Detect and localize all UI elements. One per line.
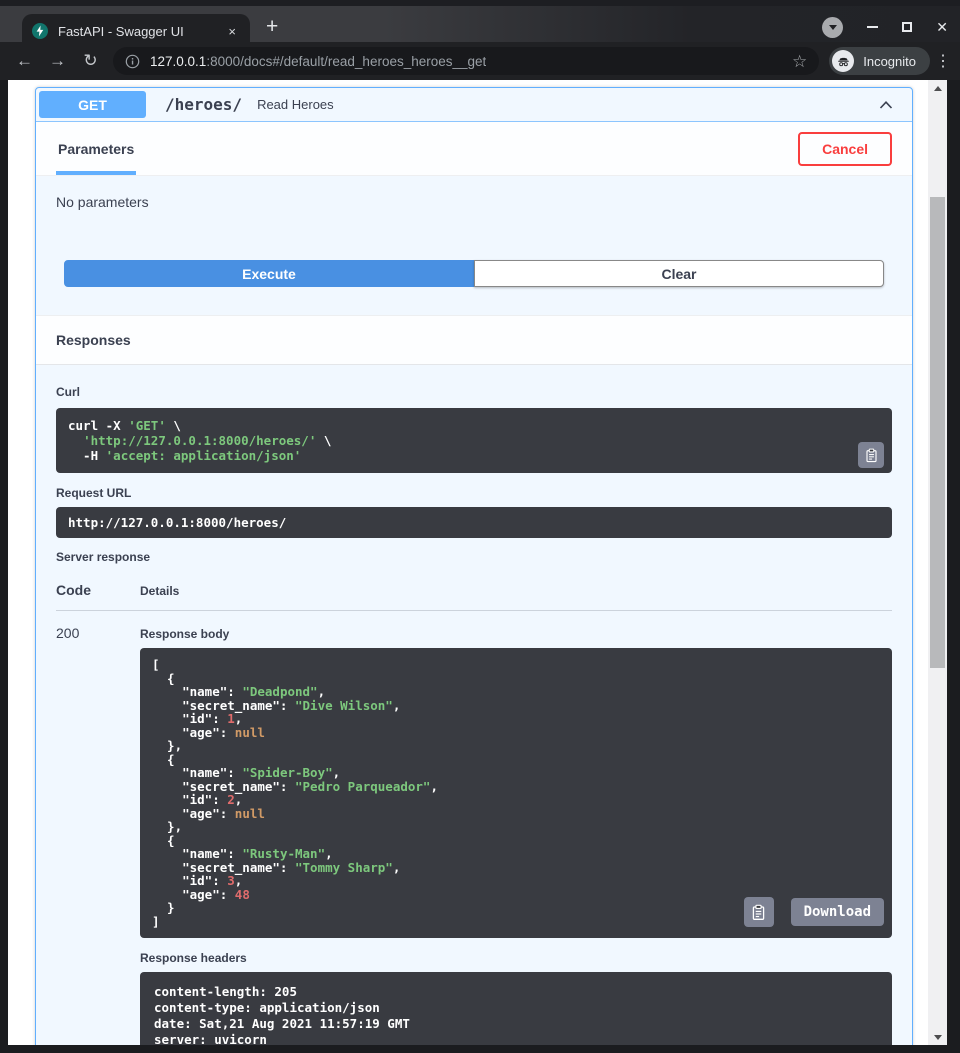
code-line: "id": 1, [152,712,880,726]
response-body-label: Response body [140,627,892,641]
responses-table-header: Code Details [56,576,892,611]
address-bar[interactable]: 127.0.0.1:8000/docs#/default/read_heroes… [113,47,819,75]
responses-title: Responses [56,332,131,348]
download-button[interactable]: Download [791,898,884,926]
tab-title: FastAPI - Swagger UI [58,24,224,39]
url-path: :8000/docs#/default/read_heroes_heroes__… [206,54,486,69]
code-line: content-length: 205 [154,984,878,1000]
clear-button[interactable]: Clear [474,260,884,287]
site-info-icon[interactable] [125,54,140,69]
endpoint-path: /heroes/ [165,95,242,114]
cancel-button[interactable]: Cancel [798,132,892,166]
window-controls: ✕ [822,12,948,42]
minimize-icon[interactable] [867,26,878,28]
execute-button[interactable]: Execute [64,260,474,287]
code-line: server: uvicorn [154,1032,878,1045]
maximize-icon[interactable] [902,22,912,32]
code-line: "name": "Rusty-Man", [152,847,880,861]
curl-code-block: curl -X 'GET' \ 'http://127.0.0.1:8000/h… [56,408,892,473]
responses-body: Curl curl -X 'GET' \ 'http://127.0.0.1:8… [36,365,912,1045]
opblock-summary[interactable]: GET /heroes/ Read Heroes [36,88,912,122]
code-line: curl -X 'GET' \ [68,418,880,433]
tab-parameters[interactable]: Parameters [56,122,136,175]
code-line: "name": "Spider-Boy", [152,766,880,780]
parameters-header: Parameters Cancel [36,122,912,176]
collapse-chevron-icon[interactable] [876,95,896,115]
browser-titlebar: FastAPI - Swagger UI × + ✕ [0,0,960,42]
code-line: "name": "Deadpond", [152,685,880,699]
response-body-block: [ { "name": "Deadpond", "secret_name": "… [140,648,892,938]
request-url-label: Request URL [56,486,892,500]
fastapi-favicon-icon [32,23,48,39]
opblock-get-heroes: GET /heroes/ Read Heroes Parameters Canc… [35,87,913,1045]
execute-wrapper: Execute Clear [64,260,884,287]
browser-toolbar: ← → ↻ 127.0.0.1:8000/docs#/default/read_… [0,42,960,80]
curl-label: Curl [56,385,892,399]
tab-close-icon[interactable]: × [224,24,240,39]
code-line: }, [152,820,880,834]
back-icon[interactable]: ← [8,51,41,71]
code-line: date: Sat,21 Aug 2021 11:57:19 GMT [154,1016,878,1032]
url-text[interactable]: 127.0.0.1:8000/docs#/default/read_heroes… [150,54,486,69]
response-row: 200 Response body [ { "name": "Deadpond"… [56,611,892,1045]
browser-menu-icon[interactable]: ⋮ [934,51,952,71]
code-column-header: Code [56,582,140,598]
code-line: content-type: application/json [154,1000,878,1016]
page-scrollbar[interactable] [928,80,947,1045]
server-response-label: Server response [56,550,892,564]
code-line: "age": null [152,807,880,821]
code-line: }, [152,739,880,753]
code-line: -H 'accept: application/json' [68,448,880,463]
code-line: { [152,672,880,686]
code-line: "secret_name": "Dive Wilson", [152,699,880,713]
scroll-down-icon[interactable] [928,1029,947,1045]
incognito-badge: Incognito [829,47,930,75]
code-line: 'http://127.0.0.1:8000/heroes/' \ [68,433,880,448]
no-parameters-text: No parameters [56,194,892,210]
status-code: 200 [56,625,140,1045]
response-headers-label: Response headers [140,951,892,965]
responses-header: Responses [36,315,912,365]
incognito-label: Incognito [863,54,916,69]
response-body-actions: Download [744,897,884,927]
tab-search-icon[interactable] [822,17,843,38]
code-line: "age": null [152,726,880,740]
response-details: Response body [ { "name": "Deadpond", "s… [140,625,892,1045]
url-host: 127.0.0.1 [150,54,206,69]
details-column-header: Details [140,582,179,598]
close-window-icon[interactable]: ✕ [936,20,948,34]
reload-icon[interactable]: ↻ [74,51,107,71]
responses-table: Code Details 200 Response body [ { "name… [56,576,892,1045]
new-tab-icon[interactable]: + [266,16,278,38]
bookmark-star-icon[interactable]: ☆ [792,53,807,70]
code-line: { [152,834,880,848]
response-headers-block: content-length: 205content-type: applica… [140,972,892,1045]
code-line: [ [152,658,880,672]
code-line: "id": 3, [152,874,880,888]
incognito-icon [832,50,854,72]
copy-curl-button[interactable] [858,442,884,468]
forward-icon[interactable]: → [41,51,74,71]
parameters-body: No parameters Execute Clear [36,176,912,315]
scroll-up-icon[interactable] [928,80,947,96]
swagger-page: GET /heroes/ Read Heroes Parameters Canc… [8,80,928,1045]
request-url-block: http://127.0.0.1:8000/heroes/ [56,507,892,538]
http-method-badge: GET [39,91,146,118]
code-line: "id": 2, [152,793,880,807]
endpoint-summary: Read Heroes [257,97,334,112]
scrollbar-thumb[interactable] [930,197,945,668]
copy-response-button[interactable] [744,897,774,927]
request-url-value: http://127.0.0.1:8000/heroes/ [68,515,880,530]
code-line: "secret_name": "Pedro Parqueador", [152,780,880,794]
code-line: { [152,753,880,767]
code-line: "secret_name": "Tommy Sharp", [152,861,880,875]
